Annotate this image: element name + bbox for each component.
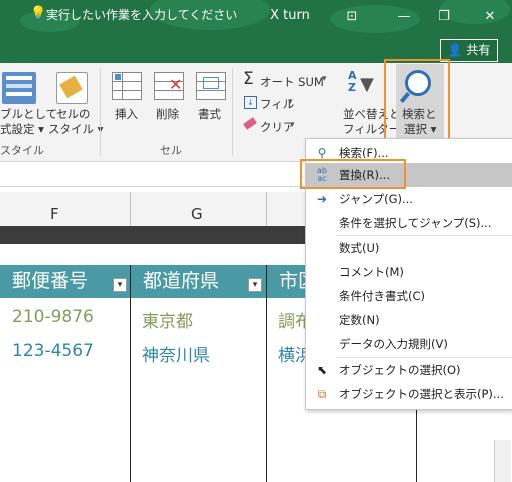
- menu-item-select-objects[interactable]: ⬉ オブジェクトの選択(O): [306, 358, 512, 382]
- format-as-table-label-1[interactable]: ブルとして: [0, 106, 57, 122]
- autosum-button[interactable]: オート SUM: [260, 74, 324, 90]
- format-cells-icon: [196, 72, 226, 100]
- sort-filter-icon: AZ: [348, 69, 357, 94]
- menu-item-constants[interactable]: 定数(N): [306, 308, 512, 332]
- cell-styles-label-1[interactable]: セルの: [56, 106, 91, 122]
- funnel-icon: ▼: [360, 74, 374, 95]
- table-cell[interactable]: 東京都: [142, 307, 193, 332]
- table-cell[interactable]: 210-9876: [12, 307, 94, 327]
- minimize-button[interactable]: —: [392, 6, 416, 28]
- table-header-prefecture[interactable]: 都道府県: [131, 265, 266, 298]
- menu-item-label: 定数(N): [339, 313, 380, 327]
- delete-button[interactable]: 削除: [156, 106, 179, 122]
- menu-item-label: 条件付き書式(C): [339, 289, 426, 303]
- menu-item-comments[interactable]: コメント(M): [306, 260, 512, 284]
- menu-item-conditional-format[interactable]: 条件付き書式(C): [306, 284, 512, 308]
- tell-me-input[interactable]: 実行したい作業を入力してください: [46, 6, 237, 23]
- cells-group-label: セル: [160, 144, 182, 157]
- menu-item-label: コメント(M): [339, 265, 404, 279]
- lightbulb-icon: 💡: [30, 6, 47, 21]
- format-as-table-icon: [2, 72, 36, 104]
- group-separator: [232, 68, 233, 156]
- chevron-down-icon: ▾: [290, 120, 295, 130]
- styles-group-label: スタイル: [0, 144, 44, 157]
- column-header-g[interactable]: G: [191, 205, 203, 223]
- format-button[interactable]: 書式: [198, 106, 221, 122]
- menu-item-label: オブジェクトの選択と表示(P)...: [339, 387, 504, 401]
- insert-cells-icon: [112, 72, 142, 100]
- menu-item-label: オブジェクトの選択(O): [339, 363, 461, 377]
- cell-styles-label-2[interactable]: スタイル ▾: [48, 121, 103, 137]
- close-button[interactable]: ✕: [478, 6, 502, 28]
- menu-item-label: データの入力規則(V): [339, 337, 448, 351]
- cell-border: [266, 265, 267, 482]
- table-cell[interactable]: 123-4567: [12, 341, 94, 361]
- menu-item-label: 条件を選択してジャンプ(S)...: [339, 216, 492, 230]
- column-divider: [130, 192, 131, 226]
- vertical-scrollbar[interactable]: [494, 440, 511, 482]
- menu-item-goto-special[interactable]: 条件を選択してジャンプ(S)...: [306, 211, 512, 235]
- person-icon: 👤: [447, 43, 463, 57]
- chevron-down-icon: ▾: [322, 74, 327, 84]
- delete-cells-icon: ✕: [154, 72, 184, 100]
- filter-dropdown-icon[interactable]: ▾: [248, 278, 262, 292]
- menu-item-label: 数式(U): [339, 241, 380, 255]
- chevron-down-icon: ▾: [288, 97, 293, 107]
- menu-item-goto[interactable]: ➜ ジャンプ(G)...: [306, 187, 512, 211]
- ribbon-display-options-button[interactable]: ⊡: [340, 6, 364, 28]
- window-title: X turn: [270, 8, 310, 23]
- find-select-highlight: [384, 59, 450, 148]
- filter-dropdown-icon[interactable]: ▾: [113, 278, 127, 292]
- column-divider: [266, 192, 267, 226]
- menu-item-label: ジャンプ(G)...: [339, 192, 413, 206]
- table-cell[interactable]: 神奈川県: [142, 341, 210, 366]
- insert-button[interactable]: 挿入: [115, 106, 138, 122]
- column-header-f[interactable]: F: [50, 205, 59, 223]
- cell-border: [416, 408, 417, 482]
- sigma-icon: Σ: [243, 69, 254, 89]
- menu-item-formulas[interactable]: 数式(U): [306, 236, 512, 260]
- share-label: 共有: [466, 43, 491, 57]
- arrow-right-icon: ➜: [316, 192, 328, 206]
- restore-button[interactable]: ❐: [432, 6, 456, 28]
- selection-pane-icon: ⧉: [317, 387, 327, 401]
- menu-item-data-validation[interactable]: データの入力規則(V): [306, 332, 512, 356]
- fill-down-icon: ↓: [244, 96, 257, 109]
- table-header-postal[interactable]: 郵便番号: [0, 265, 130, 298]
- menu-item-selection-pane[interactable]: ⧉ オブジェクトの選択と表示(P)...: [306, 382, 512, 406]
- replace-highlight: [300, 159, 406, 189]
- cell-border: [130, 265, 131, 482]
- group-separator: [100, 68, 101, 156]
- pointer-icon: ⬉: [316, 363, 328, 377]
- format-as-table-label-2[interactable]: 式設定 ▾: [0, 121, 44, 137]
- cell-styles-icon: [56, 72, 88, 104]
